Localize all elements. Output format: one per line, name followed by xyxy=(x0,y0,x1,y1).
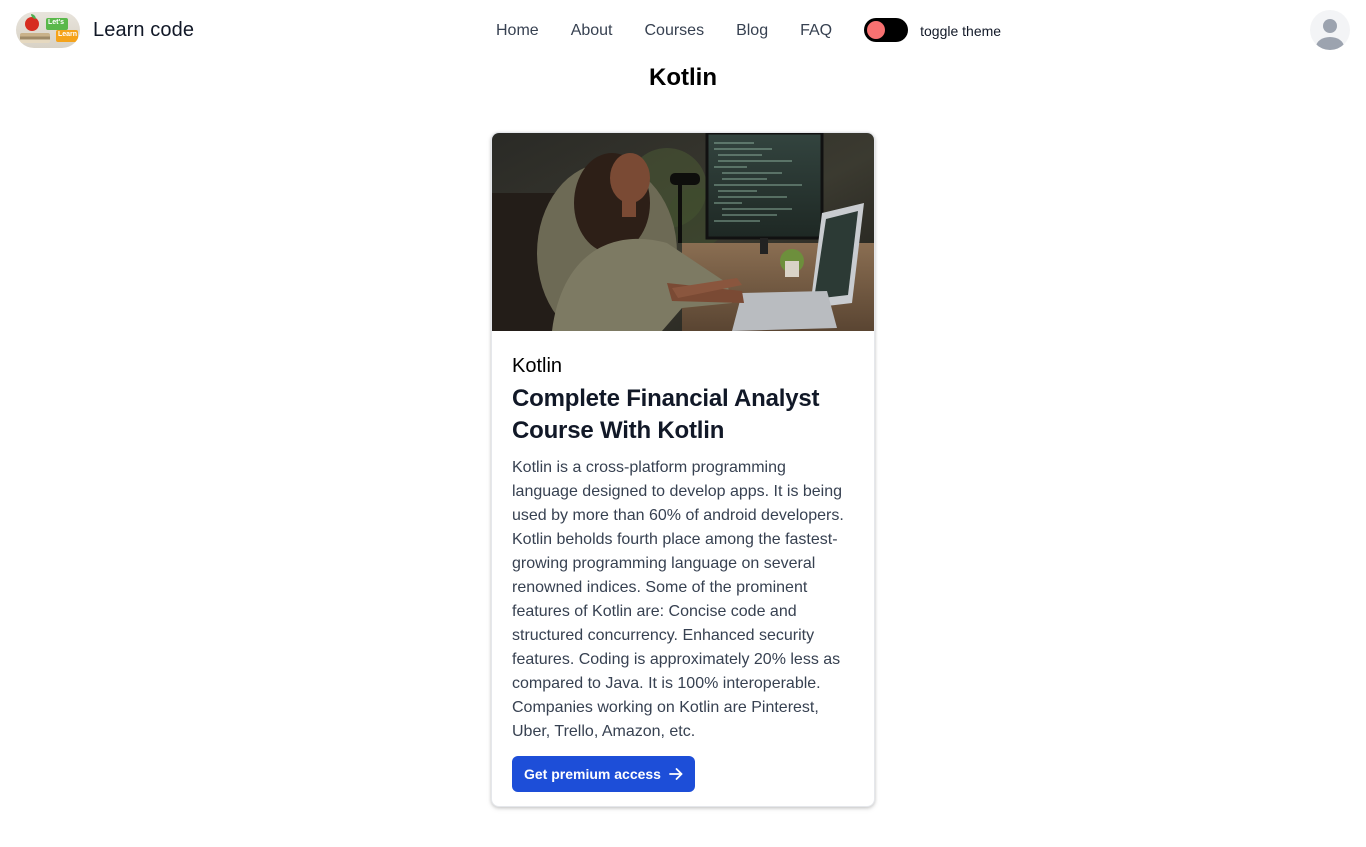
theme-toggle-label: toggle theme xyxy=(920,23,1002,39)
course-title: Complete Financial Analyst Course With K… xyxy=(512,385,820,444)
cta-label: Get premium access xyxy=(524,766,661,782)
nav-courses[interactable]: Courses xyxy=(645,20,705,42)
theme-toggle[interactable] xyxy=(864,18,909,42)
course-image xyxy=(492,133,874,331)
user-avatar-icon[interactable] xyxy=(1310,10,1350,50)
brand-link[interactable]: Let's Learn Learn code xyxy=(16,12,194,48)
navbar: Let's Learn Learn code Home About Course… xyxy=(0,0,1366,62)
main-nav: Home About Courses Blog FAQ toggle theme xyxy=(496,18,1002,42)
logo-image: Let's Learn xyxy=(16,12,80,48)
nav-home[interactable]: Home xyxy=(496,20,539,42)
brand-name: Learn code xyxy=(93,18,195,41)
page-title: Kotlin xyxy=(649,64,717,91)
toggle-knob xyxy=(867,21,886,39)
nav-blog[interactable]: Blog xyxy=(736,20,768,42)
card-body: Kotlin Complete Financial Analyst Course… xyxy=(492,331,874,792)
arrow-right-icon xyxy=(669,768,683,780)
nav-about[interactable]: About xyxy=(571,20,613,42)
course-description: Kotlin is a cross-platform programming l… xyxy=(512,459,844,740)
course-card: Kotlin Complete Financial Analyst Course… xyxy=(491,132,875,807)
course-category: Kotlin xyxy=(512,355,563,377)
nav-faq[interactable]: FAQ xyxy=(800,20,832,42)
get-premium-access-button[interactable]: Get premium access xyxy=(512,756,695,792)
